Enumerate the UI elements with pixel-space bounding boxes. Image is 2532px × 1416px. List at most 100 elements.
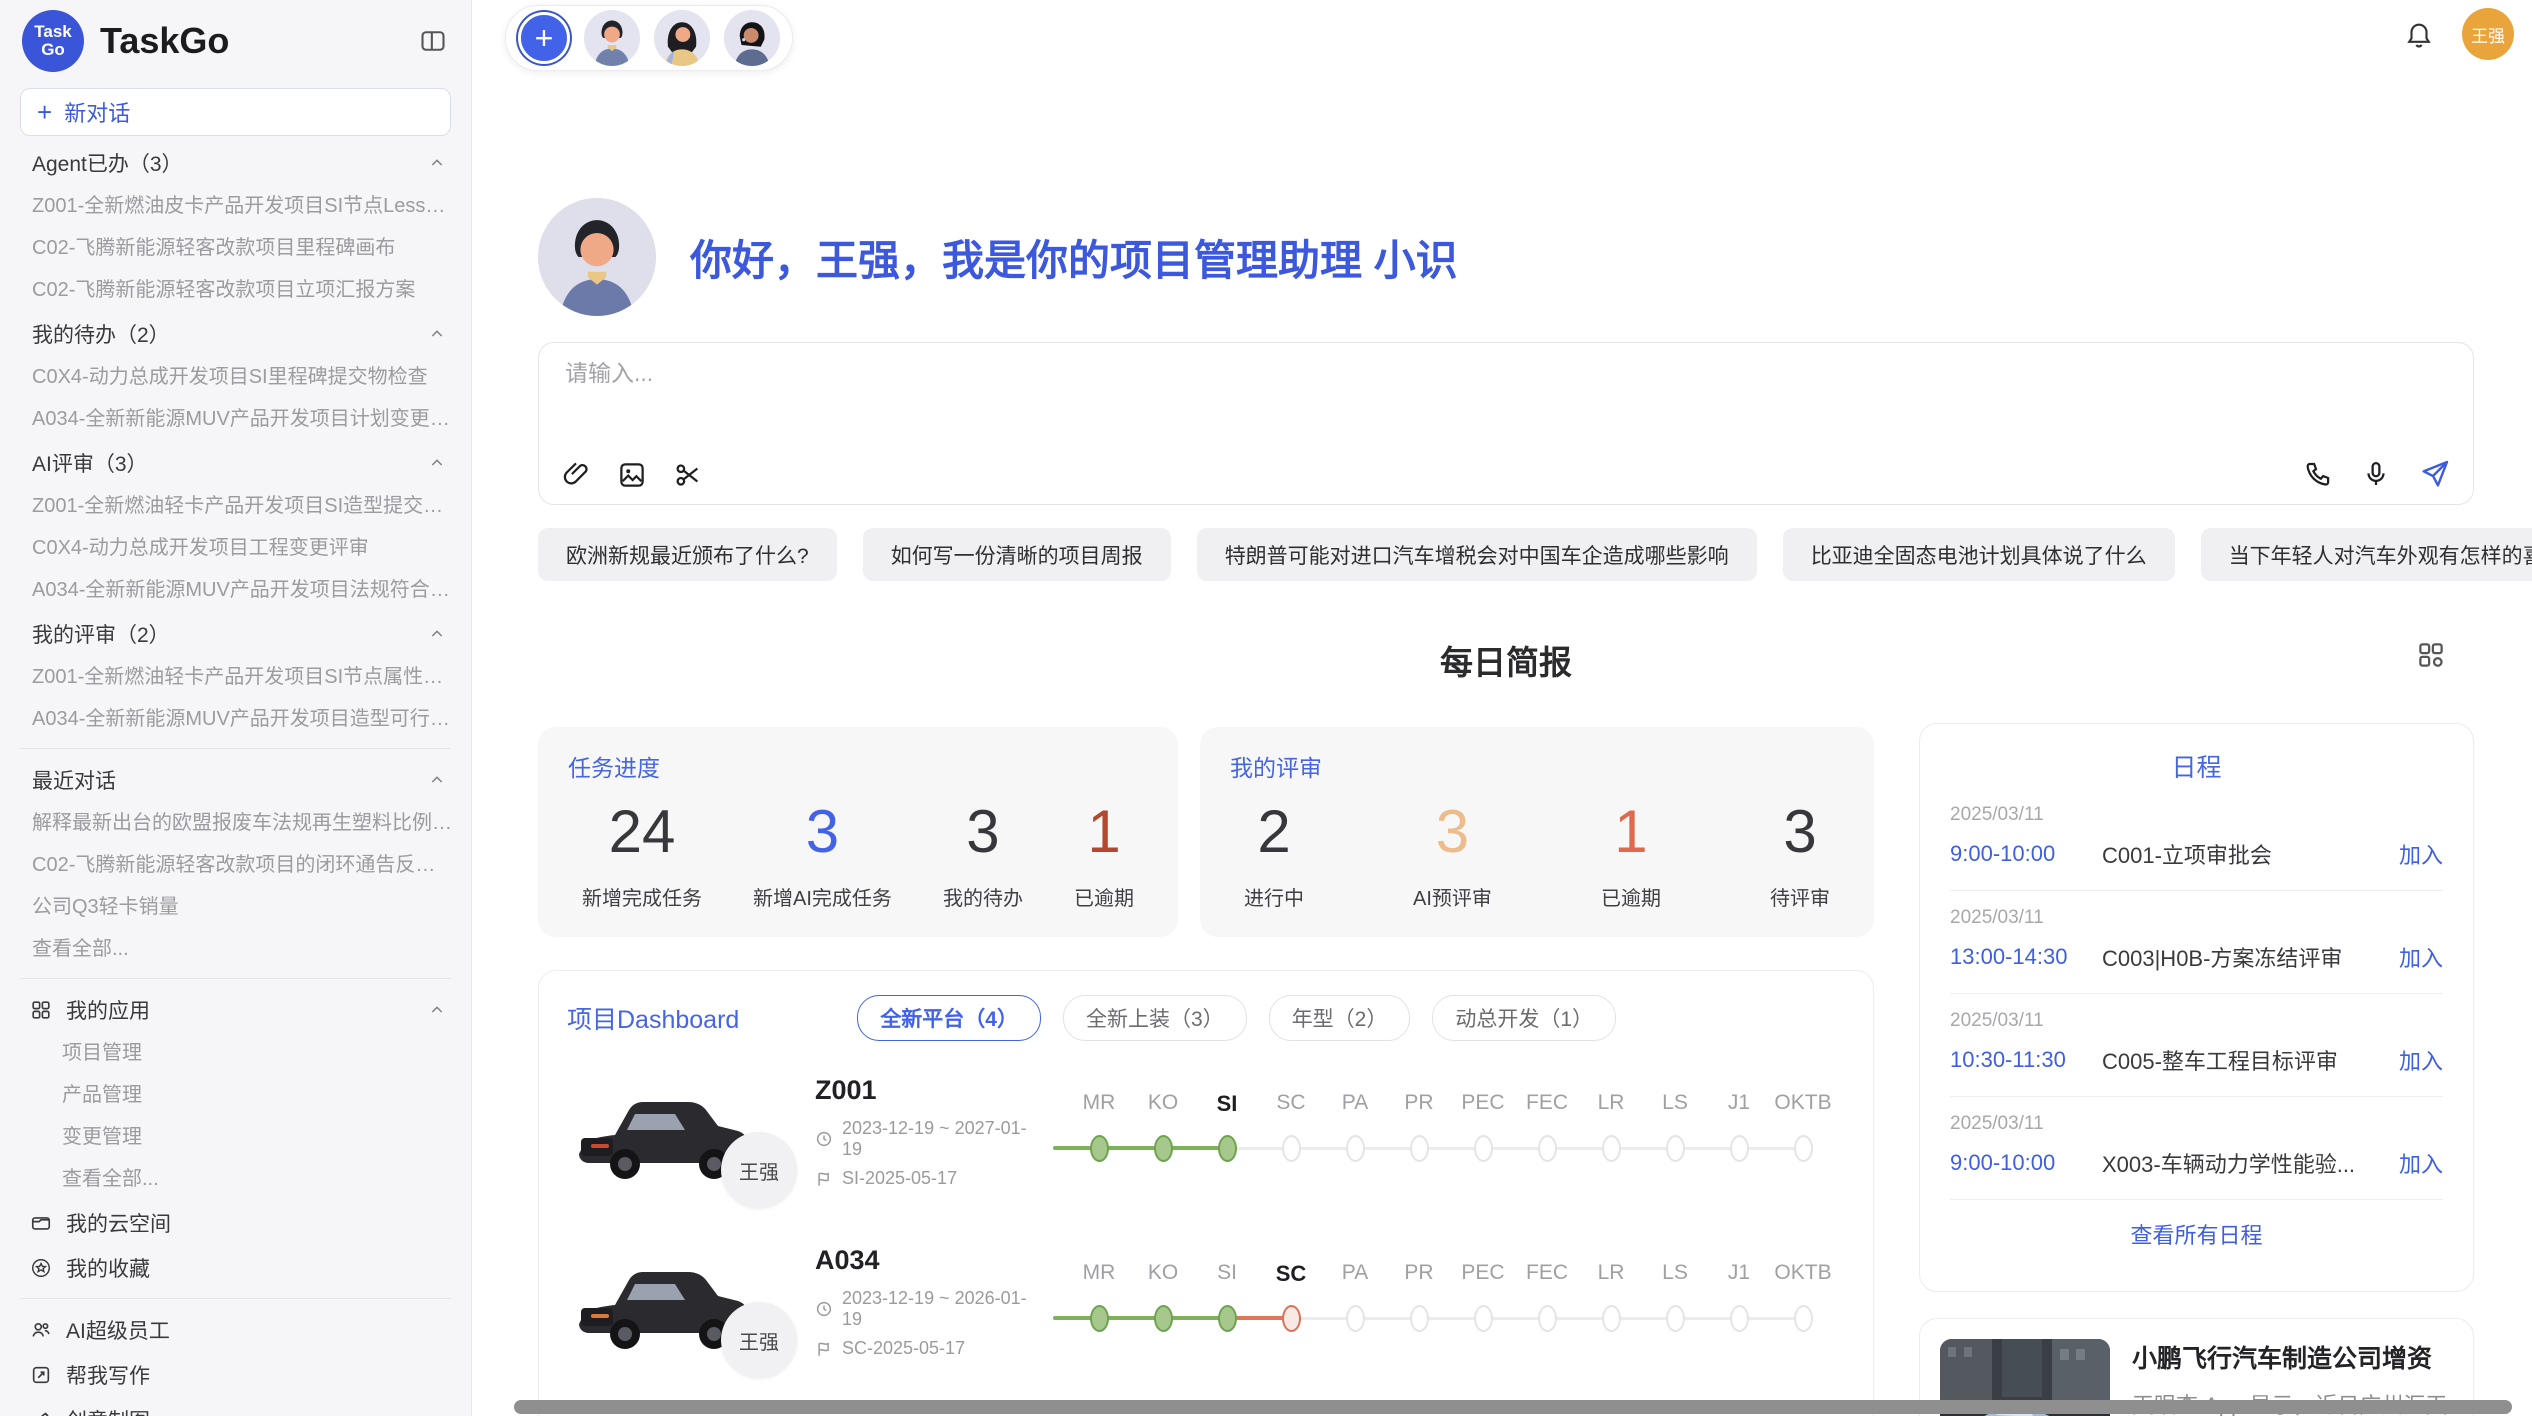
sidebar-item-cloud-space[interactable]: 我的云空间: [0, 1200, 471, 1245]
member-avatar[interactable]: [654, 10, 710, 66]
layout-grid-icon[interactable]: [2416, 640, 2446, 670]
news-title: 小鹏飞行汽车制造公司增资: [2132, 1339, 2453, 1375]
filter-chip[interactable]: 全新平台（4）: [857, 995, 1041, 1041]
schedule-date: 2025/03/11: [1950, 907, 2443, 929]
sidebar-item-ai-super-staff[interactable]: AI超级员工: [0, 1307, 471, 1352]
suggestion-chip[interactable]: 欧洲新规最近颁布了什么?: [538, 528, 837, 581]
stat-label: 已逾期: [1074, 882, 1134, 911]
milestone-label: J1: [1707, 1091, 1771, 1117]
milestone-label: LS: [1643, 1261, 1707, 1287]
sidebar-item[interactable]: A034-全新新能源MUV产品开发项目计划变更表编写: [0, 398, 471, 440]
milestone-label: MR: [1067, 1091, 1131, 1117]
sidebar-item[interactable]: Z001-全新燃油轻卡产品开发项目SI造型提交物评审: [0, 485, 471, 527]
recent-chat-item[interactable]: 解释最新出台的欧盟报废车法规再生塑料比例被调至15%...: [0, 802, 471, 844]
paperclip-icon[interactable]: [561, 460, 591, 490]
project-row[interactable]: 王强 Z001 2023-12-19 ~ 2027-01-19 SI-2025-…: [567, 1053, 1845, 1211]
suggestion-chip[interactable]: 特朗普可能对进口汽车增税会对中国车企造成哪些影响: [1197, 528, 1757, 581]
chevron-up-icon: [429, 155, 445, 171]
section-agent-done[interactable]: Agent已办（3）: [0, 140, 471, 185]
stat-value: 3: [1436, 797, 1469, 866]
milestone-dot: [1730, 1305, 1749, 1332]
panel-toggle-icon: [419, 27, 447, 55]
recent-chat-view-all[interactable]: 查看全部...: [0, 928, 471, 970]
new-chat-label: 新对话: [64, 96, 130, 128]
filter-chip[interactable]: 年型（2）: [1269, 995, 1411, 1041]
chevron-up-icon: [429, 626, 445, 642]
milestone-label: SC: [1259, 1091, 1323, 1117]
recent-chat-item[interactable]: 公司Q3轻卡销量: [0, 886, 471, 928]
schedule-item: 2025/03/11 13:00-14:30 C003|H0B-方案冻结评审 加…: [1950, 891, 2443, 994]
sidebar-item[interactable]: C02-飞腾新能源轻客改款项目立项汇报方案: [0, 269, 471, 311]
sidebar-item[interactable]: Z001-全新燃油轻卡产品开发项目SI节点属性5D文件评审: [0, 656, 471, 698]
sidebar-item-favorites[interactable]: 我的收藏: [0, 1245, 471, 1290]
section-title: 我的评审（2）: [32, 619, 170, 649]
app-item[interactable]: 变更管理: [0, 1116, 471, 1158]
new-chat-button[interactable]: + 新对话: [20, 88, 451, 136]
phone-icon[interactable]: [2303, 459, 2333, 489]
image-icon[interactable]: [617, 460, 647, 490]
mic-icon[interactable]: [2361, 459, 2391, 489]
sidebar-item-help-me-write[interactable]: 帮我写作: [0, 1352, 471, 1397]
milestone-label-current: SI: [1195, 1091, 1259, 1117]
join-button[interactable]: 加入: [2399, 838, 2443, 870]
suggestion-chip[interactable]: 如何写一份清晰的项目周报: [863, 528, 1171, 581]
milestone-dot: [1602, 1135, 1621, 1162]
sidebar-item-creative-drawing[interactable]: 创意制图: [0, 1397, 471, 1416]
app-item[interactable]: 产品管理: [0, 1074, 471, 1116]
member-avatar[interactable]: [584, 10, 640, 66]
schedule-name: C005-整车工程目标评审: [2102, 1044, 2387, 1076]
star-icon: [30, 1257, 52, 1279]
milestone-dot: [1602, 1305, 1621, 1332]
sidebar-item[interactable]: C0X4-动力总成开发项目SI里程碑提交物检查: [0, 356, 471, 398]
milestone-dot: [1794, 1305, 1813, 1332]
project-row[interactable]: 王强 A034 2023-12-19 ~ 2026-01-19 SC-2025-…: [567, 1223, 1845, 1381]
app-view-all[interactable]: 查看全部...: [0, 1158, 471, 1200]
ai-super-staff-label: AI超级员工: [66, 1315, 170, 1345]
bell-icon[interactable]: [2404, 19, 2434, 49]
schedule-date: 2025/03/11: [1950, 804, 2443, 826]
chevron-up-icon: [429, 772, 445, 788]
stat-value: 24: [609, 797, 676, 866]
section-ai-review[interactable]: AI评审（3）: [0, 440, 471, 485]
join-button[interactable]: 加入: [2399, 941, 2443, 973]
add-assistant-button[interactable]: +: [518, 12, 570, 64]
horizontal-scrollbar[interactable]: [514, 1400, 2512, 1414]
input-tools-left: [561, 460, 703, 490]
milestone-dot: [1538, 1305, 1557, 1332]
milestone-label: LR: [1579, 1091, 1643, 1117]
section-recent-chats[interactable]: 最近对话: [0, 757, 471, 802]
send-icon[interactable]: [2419, 458, 2451, 490]
recent-chat-item[interactable]: C02-飞腾新能源轻客改款项目的闭环通告反馈情况: [0, 844, 471, 886]
section-my-review[interactable]: 我的评审（2）: [0, 611, 471, 656]
people-icon: [30, 1319, 52, 1341]
sidebar-item[interactable]: Z001-全新燃油皮卡产品开发项目SI节点Lesson Learn报告: [0, 185, 471, 227]
milestone-label: PEC: [1451, 1261, 1515, 1287]
assistant-avatar: [538, 198, 656, 316]
sidebar-item[interactable]: A034-全新新能源MUV产品开发项目造型可行性评审: [0, 698, 471, 740]
join-button[interactable]: 加入: [2399, 1044, 2443, 1076]
app-item[interactable]: 项目管理: [0, 1032, 471, 1074]
filter-chip[interactable]: 动总开发（1）: [1432, 995, 1616, 1041]
view-all-schedule-link[interactable]: 查看所有日程: [1950, 1218, 2443, 1250]
input-tools-right: [2303, 458, 2451, 490]
section-my-todo[interactable]: 我的待办（2）: [0, 311, 471, 356]
chat-input[interactable]: [563, 359, 2449, 388]
collapse-sidebar-button[interactable]: [415, 23, 451, 59]
join-button[interactable]: 加入: [2399, 1147, 2443, 1179]
milestone-dot: [1474, 1305, 1493, 1332]
suggestion-chip[interactable]: 比亚迪全固态电池计划具体说了什么: [1783, 528, 2175, 581]
section-my-apps[interactable]: 我的应用: [0, 987, 471, 1032]
user-avatar[interactable]: 王强: [2462, 8, 2514, 60]
stat-value: 1: [1614, 797, 1647, 866]
dashboard-title: 项目Dashboard: [567, 1000, 739, 1036]
filter-chip[interactable]: 全新上装（3）: [1063, 995, 1247, 1041]
member-avatar[interactable]: [724, 10, 780, 66]
sidebar-item[interactable]: A034-全新新能源MUV产品开发项目法规符合性评审: [0, 569, 471, 611]
milestone-timeline: MR KO SI SC PA PR PEC FEC LR LS J1 OKTB: [1067, 1091, 1835, 1173]
suggestion-chip[interactable]: 当下年轻人对汽车外观有怎样的喜好趋势: [2201, 528, 2532, 581]
scissors-icon[interactable]: [673, 460, 703, 490]
sidebar-item[interactable]: C0X4-动力总成开发项目工程变更评审: [0, 527, 471, 569]
sidebar-item[interactable]: C02-飞腾新能源轻客改款项目里程碑画布: [0, 227, 471, 269]
topbar-right: 王强: [2404, 8, 2514, 60]
stat: 3 新增AI完成任务: [753, 797, 892, 911]
